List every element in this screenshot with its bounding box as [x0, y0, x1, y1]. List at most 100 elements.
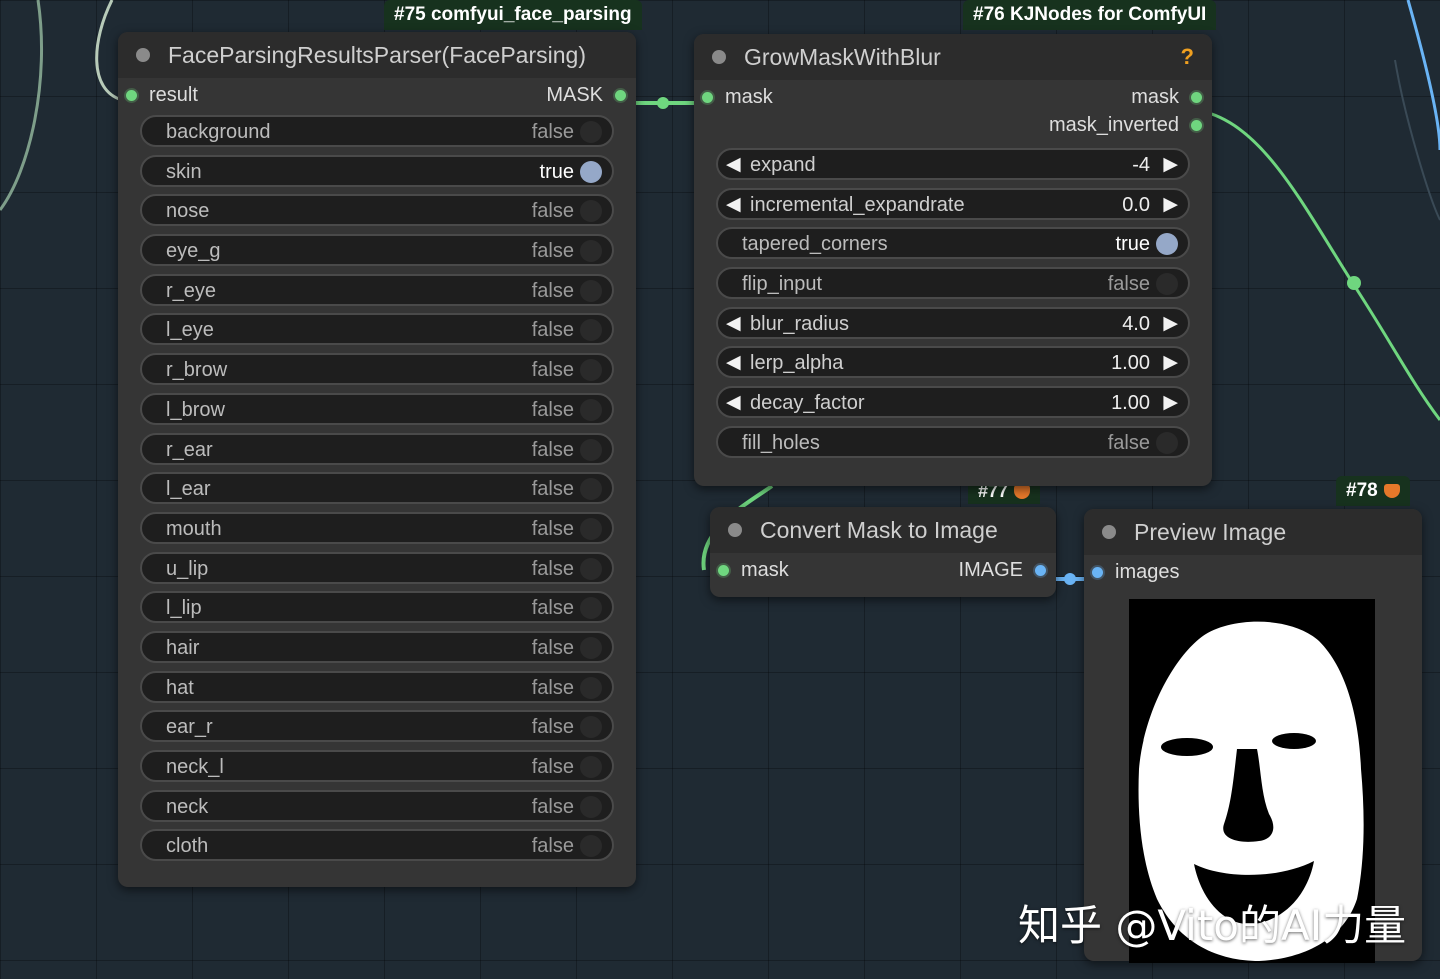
node-title-bar[interactable]: Convert Mask to Image — [710, 507, 1056, 553]
group-tag-75[interactable]: #75 comfyui_face_parsing — [384, 0, 642, 30]
toggle-cloth[interactable]: cloth false — [140, 829, 614, 862]
toggle-fill-holes[interactable]: fill_holes false — [716, 425, 1190, 458]
increment-arrow-icon[interactable]: ▶ — [1163, 391, 1178, 414]
toggle-l-ear[interactable]: l_ear false — [140, 472, 614, 505]
group-tag-78[interactable]: #78 — [1336, 476, 1410, 506]
toggle-knob-icon[interactable] — [580, 478, 602, 501]
input-dot-icon[interactable] — [702, 92, 713, 103]
widget-label: eye_g — [166, 240, 221, 263]
input-slot-images[interactable]: images — [1092, 561, 1179, 584]
output-slot-mask[interactable]: mask — [1131, 86, 1202, 109]
toggle-r-ear[interactable]: r_ear false — [140, 432, 614, 465]
toggle-knob-icon[interactable] — [580, 319, 602, 342]
output-dot-icon[interactable] — [1035, 565, 1046, 576]
widget-list: ◀ expand -4 ▶ ◀ incremental_expandrate 0.0 ▶ tap… — [694, 148, 1212, 458]
collapse-dot-icon[interactable] — [728, 523, 742, 537]
toggle-ear-r[interactable]: ear_r false — [140, 710, 614, 743]
node-convert-mask-to-image[interactable]: Convert Mask to Image mask IMAGE — [710, 507, 1056, 597]
toggle-knob-icon[interactable] — [580, 160, 602, 183]
toggle-knob-icon[interactable] — [580, 835, 602, 858]
toggle-neck[interactable]: neck false — [140, 789, 614, 822]
toggle-neck-l[interactable]: neck_l false — [140, 750, 614, 782]
toggle-l-eye[interactable]: l_eye false — [140, 313, 614, 346]
increment-arrow-icon[interactable]: ▶ — [1163, 351, 1178, 374]
toggle-knob-icon[interactable] — [580, 279, 602, 302]
toggle-tapered-corners[interactable]: tapered_corners true — [716, 227, 1190, 260]
number-decay-factor[interactable]: ◀ decay_factor 1.00 ▶ — [716, 386, 1190, 419]
toggle-u-lip[interactable]: u_lip false — [140, 551, 614, 584]
input-slot-result[interactable]: result — [126, 84, 198, 107]
widget-label: ear_r — [166, 716, 213, 739]
toggle-knob-icon[interactable] — [580, 240, 602, 263]
wire-left-edge — [0, 0, 44, 211]
decrement-arrow-icon[interactable]: ◀ — [726, 193, 741, 216]
output-slot-mask-inverted[interactable]: mask_inverted — [1049, 114, 1202, 137]
toggle-hat[interactable]: hat false — [140, 670, 614, 703]
toggle-skin[interactable]: skin true — [140, 154, 614, 187]
widget-value: false — [531, 121, 574, 143]
toggle-knob-icon[interactable] — [580, 756, 602, 778]
input-dot-icon[interactable] — [1092, 567, 1103, 578]
node-title-bar[interactable]: Preview Image — [1084, 509, 1422, 555]
toggle-l-brow[interactable]: l_brow false — [140, 392, 614, 425]
toggle-knob-icon[interactable] — [580, 716, 602, 739]
help-icon[interactable]: ? — [1181, 44, 1194, 70]
node-title-bar[interactable]: GrowMaskWithBlur ? — [694, 34, 1212, 80]
toggle-r-eye[interactable]: r_eye false — [140, 273, 614, 306]
output-slot-image[interactable]: IMAGE — [959, 559, 1046, 582]
output-dot-icon[interactable] — [1191, 92, 1202, 103]
number-incremental-expandrate[interactable]: ◀ incremental_expandrate 0.0 ▶ — [716, 187, 1190, 220]
increment-arrow-icon[interactable]: ▶ — [1163, 193, 1178, 216]
collapse-dot-icon[interactable] — [1102, 525, 1116, 539]
toggle-mouth[interactable]: mouth false — [140, 511, 614, 544]
node-grow-mask-with-blur[interactable]: GrowMaskWithBlur ? mask mask mask_invert… — [694, 34, 1212, 486]
widget-label: r_ear — [166, 438, 213, 461]
output-slot-mask[interactable]: MASK — [546, 84, 626, 107]
input-slot-mask[interactable]: mask — [702, 86, 773, 109]
toggle-knob-icon[interactable] — [580, 636, 602, 659]
toggle-knob-icon[interactable] — [580, 517, 602, 540]
number-blur-radius[interactable]: ◀ blur_radius 4.0 ▶ — [716, 306, 1190, 339]
output-dot-icon[interactable] — [1191, 120, 1202, 131]
toggle-flip-input[interactable]: flip_input false — [716, 267, 1190, 300]
number-expand[interactable]: ◀ expand -4 ▶ — [716, 148, 1190, 180]
toggle-background[interactable]: background false — [140, 115, 614, 147]
toggle-knob-icon[interactable] — [580, 795, 602, 818]
toggle-knob-icon[interactable] — [580, 398, 602, 421]
decrement-arrow-icon[interactable]: ◀ — [726, 153, 741, 176]
widget-value: true — [1115, 233, 1150, 256]
group-tag-76[interactable]: #76 KJNodes for ComfyUI — [963, 0, 1217, 30]
toggle-eye-g[interactable]: eye_g false — [140, 234, 614, 267]
input-dot-icon[interactable] — [718, 565, 729, 576]
number-lerp-alpha[interactable]: ◀ lerp_alpha 1.00 ▶ — [716, 346, 1190, 379]
decrement-arrow-icon[interactable]: ◀ — [726, 312, 741, 335]
input-slot-mask[interactable]: mask — [718, 559, 789, 582]
toggle-knob-icon[interactable] — [580, 597, 602, 620]
increment-arrow-icon[interactable]: ▶ — [1163, 312, 1178, 335]
toggle-knob-icon[interactable] — [580, 676, 602, 699]
increment-arrow-icon[interactable]: ▶ — [1163, 153, 1178, 176]
collapse-dot-icon[interactable] — [712, 50, 726, 64]
toggle-knob-icon[interactable] — [580, 359, 602, 382]
toggle-nose[interactable]: nose false — [140, 194, 614, 227]
decrement-arrow-icon[interactable]: ◀ — [726, 351, 741, 374]
toggle-knob-icon[interactable] — [1156, 273, 1178, 296]
collapse-dot-icon[interactable] — [136, 48, 150, 62]
decrement-arrow-icon[interactable]: ◀ — [726, 391, 741, 414]
toggle-knob-icon[interactable] — [580, 200, 602, 223]
toggle-l-lip[interactable]: l_lip false — [140, 591, 614, 624]
widget-label: u_lip — [166, 557, 209, 580]
input-dot-icon[interactable] — [126, 90, 137, 101]
toggle-knob-icon[interactable] — [580, 557, 602, 580]
toggle-knob-icon[interactable] — [1156, 431, 1178, 454]
widget-value: false — [531, 359, 574, 382]
node-face-parsing-results-parser[interactable]: FaceParsingResultsParser(FaceParsing) re… — [118, 32, 636, 887]
output-dot-icon[interactable] — [615, 90, 626, 101]
toggle-hair[interactable]: hair false — [140, 630, 614, 663]
node-title-bar[interactable]: FaceParsingResultsParser(FaceParsing) — [118, 32, 636, 78]
toggle-knob-icon[interactable] — [580, 121, 602, 143]
toggle-knob-icon[interactable] — [580, 438, 602, 461]
toggle-r-brow[interactable]: r_brow false — [140, 353, 614, 386]
toggle-knob-icon[interactable] — [1156, 233, 1178, 256]
node-title: Convert Mask to Image — [760, 516, 998, 543]
